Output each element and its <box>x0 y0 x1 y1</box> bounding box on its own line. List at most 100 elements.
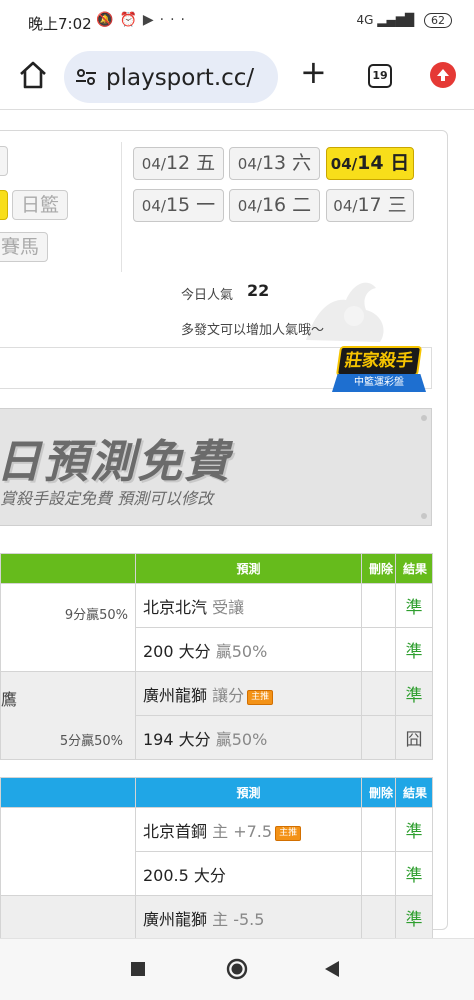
status-bar: 晚上7:02 🔕⏰▶··· 4G ▂▄▆█ 62 <box>0 0 474 44</box>
date-button-0415[interactable]: 04/15 一 <box>133 189 224 222</box>
pick-note: 贏50% <box>215 729 268 749</box>
header-result: 結果 <box>395 777 433 808</box>
result-cell: 準 <box>395 671 433 716</box>
popularity-tip: 多發文可以增加人氣哦～ <box>181 323 325 338</box>
result-cell: 準 <box>395 851 433 896</box>
table-row: 9分贏50% 北京北汽 受讓 準 <box>0 583 433 672</box>
more-dots-icon: ··· <box>159 12 192 28</box>
status-icons: 🔕⏰▶··· <box>96 12 191 28</box>
back-icon[interactable] <box>324 960 340 978</box>
alarm-icon: ⏰ <box>119 12 143 28</box>
mute-bell-icon: 🔕 <box>96 12 120 28</box>
delete-cell[interactable] <box>361 627 396 672</box>
result-cell: 準 <box>395 627 433 672</box>
android-nav-bar <box>0 938 474 1000</box>
delete-cell[interactable] <box>361 583 396 628</box>
banner-pin <box>421 415 427 421</box>
match-info: 鷹 5分贏50% <box>0 671 136 760</box>
match-info: 9分贏50% <box>0 583 136 672</box>
header-predict: 預測 <box>135 777 362 808</box>
delete-cell[interactable] <box>361 671 396 716</box>
match-info <box>0 895 136 938</box>
pick-team: 200 大分 <box>143 641 211 661</box>
prediction-cell: 廣州龍獅 讓分 主推 <box>135 671 362 716</box>
status-time: 晚上7:02 <box>28 15 92 33</box>
battery-icon: 62 <box>424 13 452 28</box>
match-info <box>0 807 136 896</box>
bookie-killer-badge[interactable]: 莊家殺手 中籃運彩盤 <box>330 342 428 402</box>
pick-note: 主 +7.5 <box>212 821 273 841</box>
result-cell: 準 <box>395 895 433 938</box>
update-button[interactable] <box>430 62 456 88</box>
prediction-cell: 194 大分 贏50% <box>135 715 362 760</box>
date-button-0413[interactable]: 04/13 六 <box>229 147 320 180</box>
popularity-value: 22 <box>247 281 270 300</box>
match-score: 5分贏50% <box>59 734 123 749</box>
prediction-cell: 200.5 大分 <box>135 851 362 896</box>
table-header: 預測 刪除 結果 <box>0 777 433 808</box>
delete-cell[interactable] <box>361 715 396 760</box>
prediction-cell: 北京北汽 受讓 <box>135 583 362 628</box>
pick-note: 受讓 <box>212 597 245 617</box>
result-cell: 準 <box>395 583 433 628</box>
site-settings-icon[interactable] <box>76 69 96 85</box>
address-bar[interactable]: playsport.cc/ <box>64 51 278 103</box>
free-prediction-banner: 日預測免費 賞殺手設定免費 預測可以修改 <box>0 408 432 526</box>
sport-tab-active-partial[interactable] <box>0 190 8 220</box>
banner-subline: 賞殺手設定免費 預測可以修改 <box>0 489 214 508</box>
table-row: 北京首鋼 主 +7.5 主推 準 <box>0 807 433 896</box>
mascot-icon <box>306 282 384 342</box>
pick-team: 200.5 大分 <box>143 865 226 885</box>
popularity-label: 今日人氣 <box>181 288 234 303</box>
pick-note: 主 -5.5 <box>212 909 265 929</box>
badge-subtitle: 中籃運彩盤 <box>332 374 426 392</box>
main-pick-tag: 主推 <box>275 825 302 841</box>
date-button-0416[interactable]: 04/16 二 <box>229 189 320 222</box>
delete-cell[interactable] <box>361 851 396 896</box>
arrow-up-icon <box>437 69 449 81</box>
recents-icon[interactable] <box>130 961 146 977</box>
date-button-0412[interactable]: 04/12 五 <box>133 147 224 180</box>
result-cell: 囧 <box>395 715 433 760</box>
network-label: 4G <box>356 13 374 27</box>
signal-icon: ▂▄▆█ <box>377 13 415 27</box>
header-predict: 預測 <box>135 553 362 584</box>
home-nav-icon[interactable] <box>226 958 248 980</box>
youtube-icon: ▶ <box>142 12 160 28</box>
badge-title: 莊家殺手 <box>335 346 423 376</box>
match-team-partial: 鷹 <box>1 690 18 709</box>
prediction-cell: 北京首鋼 主 +7.5 主推 <box>135 807 362 852</box>
date-button-0417[interactable]: 04/17 三 <box>326 189 414 222</box>
table-row: 廣州龍獅 主 -5.5 準 <box>0 895 433 938</box>
header-delete: 刪除 <box>361 553 396 584</box>
pick-team: 廣州龍獅 <box>143 685 208 705</box>
pick-note: 贏50% <box>215 641 268 661</box>
prediction-cell: 200 大分 贏50% <box>135 627 362 672</box>
pick-team: 北京北汽 <box>143 597 208 617</box>
browser-toolbar: playsport.cc/ + 19 <box>0 44 474 110</box>
result-cell: 準 <box>395 807 433 852</box>
pick-team: 廣州龍獅 <box>143 909 208 929</box>
divider <box>121 142 122 272</box>
main-pick-tag: 主推 <box>247 689 274 705</box>
banner-pin <box>421 513 427 519</box>
header-result: 結果 <box>395 553 433 584</box>
table-header: 預測 刪除 結果 <box>0 553 433 584</box>
delete-cell[interactable] <box>361 807 396 852</box>
sport-tab-jp-basketball[interactable]: 日籃 <box>12 190 68 220</box>
home-icon[interactable] <box>18 60 48 90</box>
url-text[interactable]: playsport.cc/ <box>106 65 254 91</box>
pick-note: 讓分 <box>212 685 245 705</box>
sport-tab-horse-racing[interactable]: 賽馬 <box>0 232 48 262</box>
tab-switcher-button[interactable]: 19 <box>368 64 392 88</box>
header-delete: 刪除 <box>361 777 396 808</box>
sport-tab-partial[interactable] <box>0 146 8 176</box>
page-content: 日籃 賽馬 04/12 五 04/13 六 04/14 日 04/15 一 04… <box>0 112 474 938</box>
new-tab-icon[interactable]: + <box>300 56 327 88</box>
prediction-cell: 廣州龍獅 主 -5.5 <box>135 895 362 938</box>
date-button-0414[interactable]: 04/14 日 <box>326 147 414 180</box>
delete-cell[interactable] <box>361 895 396 938</box>
status-right: 4G ▂▄▆█ 62 <box>356 13 452 28</box>
prediction-table-2: 預測 刪除 結果 北京首鋼 主 +7.5 主推 準 200.5 大分 準 廣州龍獅… <box>0 777 433 938</box>
pick-team: 北京首鋼 <box>143 821 208 841</box>
